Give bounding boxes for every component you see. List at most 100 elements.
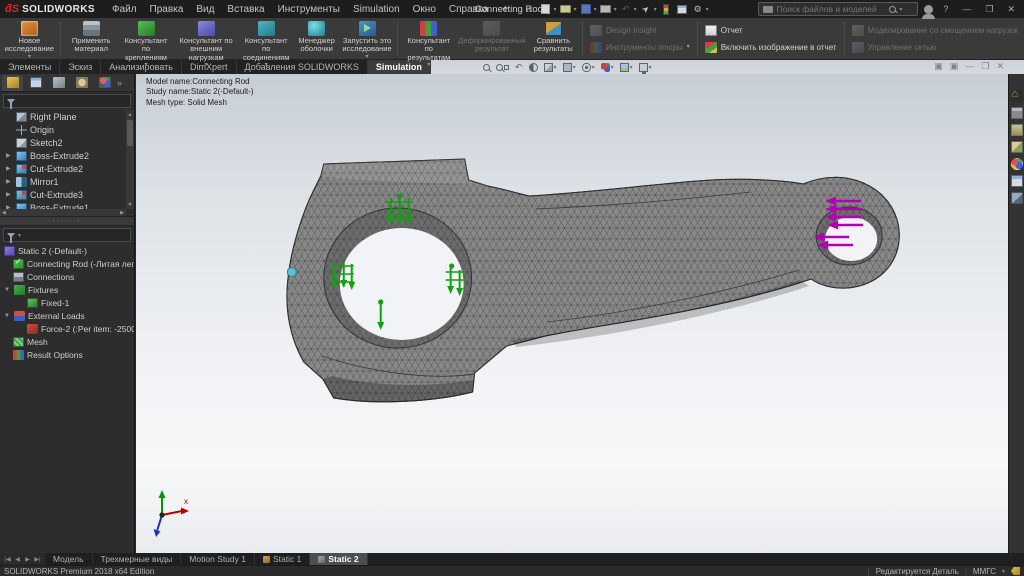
tab-evaluate[interactable]: Анализировать bbox=[101, 60, 182, 74]
design-insight-button[interactable]: Design Insight bbox=[590, 23, 690, 38]
doc-restore-icon[interactable]: ❐ bbox=[981, 61, 989, 72]
solidworks-forum-icon[interactable] bbox=[1011, 192, 1023, 204]
scroll-up-icon[interactable]: ▲ bbox=[126, 110, 134, 119]
zoom-to-fit-icon[interactable] bbox=[483, 64, 490, 71]
tab-3d-views[interactable]: Трехмерные виды bbox=[93, 553, 182, 565]
new-document-button[interactable] bbox=[539, 3, 553, 16]
options-button[interactable]: ⚙ bbox=[691, 3, 705, 16]
expand-icon[interactable] bbox=[6, 191, 13, 198]
plot-tools-button[interactable]: Инструменты эпюры ▾ bbox=[590, 40, 690, 55]
tab-addins[interactable]: Добавления SOLIDWORKS bbox=[237, 60, 368, 74]
panel-splitter[interactable] bbox=[0, 216, 134, 226]
feature-manager-tab[interactable] bbox=[2, 75, 23, 91]
previous-view-icon[interactable]: ↶ bbox=[515, 63, 523, 72]
search-input[interactable] bbox=[776, 4, 886, 14]
menu-tools[interactable]: Инструменты bbox=[272, 2, 346, 17]
expand-icon[interactable] bbox=[6, 178, 13, 185]
study-item-fixed1[interactable]: Fixed-1 bbox=[0, 296, 134, 309]
close-button[interactable]: ✕ bbox=[1003, 4, 1019, 15]
study-item-force2[interactable]: Force-2 (:Per item: -2500 N:) bbox=[0, 322, 134, 335]
file-properties-button[interactable] bbox=[675, 3, 689, 16]
graphics-area[interactable]: Model name:Connecting Rod Study name:Sta… bbox=[136, 74, 1008, 553]
tree-item-origin[interactable]: Origin bbox=[0, 123, 134, 136]
section-view-icon[interactable] bbox=[529, 63, 538, 72]
tab-model[interactable]: Модель bbox=[45, 553, 93, 565]
view-settings-icon[interactable]: ▾ bbox=[639, 63, 652, 72]
offloaded-simulation-button[interactable]: Моделирование со смещением нагрузок bbox=[852, 23, 1018, 38]
include-image-in-report-button[interactable]: Включить изображение в отчет bbox=[705, 40, 837, 55]
panel-tabs-overflow-icon[interactable]: » bbox=[117, 78, 122, 88]
menu-window[interactable]: Окно bbox=[407, 2, 442, 17]
tab-motion-study-1[interactable]: Motion Study 1 bbox=[181, 553, 255, 565]
design-library-icon[interactable] bbox=[1011, 107, 1023, 119]
menu-help[interactable]: Справка bbox=[443, 2, 494, 17]
study-item-mesh[interactable]: Mesh bbox=[0, 335, 134, 348]
tree-item-boss-extrude2[interactable]: Boss-Extrude2 bbox=[0, 149, 134, 162]
first-tab-icon[interactable]: |◀ bbox=[3, 556, 12, 563]
search-icon[interactable] bbox=[889, 6, 896, 13]
study-item-result-options[interactable]: Result Options bbox=[0, 348, 134, 361]
hide-show-items-icon[interactable]: ▾ bbox=[582, 63, 595, 72]
study-item-connections[interactable]: Connections bbox=[0, 270, 134, 283]
feature-tree-filter[interactable] bbox=[3, 94, 131, 108]
apply-scene-icon[interactable]: ▾ bbox=[620, 63, 633, 72]
scroll-thumb[interactable] bbox=[127, 120, 133, 146]
custom-properties-icon[interactable] bbox=[1011, 175, 1023, 187]
pane-left-icon[interactable]: ▣ bbox=[934, 61, 943, 72]
tab-sketch[interactable]: Эскиз bbox=[60, 60, 101, 74]
save-button[interactable] bbox=[579, 3, 593, 16]
scroll-down-icon[interactable]: ▼ bbox=[126, 200, 134, 209]
tab-features[interactable]: Элементы bbox=[0, 60, 60, 74]
study-root[interactable]: Static 2 (-Default-) bbox=[0, 244, 134, 257]
compare-results-button[interactable]: Сравнить результаты bbox=[528, 19, 579, 58]
doc-minimize-icon[interactable]: — bbox=[965, 61, 974, 72]
new-study-button[interactable]: Новое исследование ▾ bbox=[2, 19, 57, 58]
configuration-manager-tab[interactable] bbox=[48, 75, 69, 91]
doc-close-icon[interactable]: ✕ bbox=[996, 61, 1004, 72]
study-tree-filter[interactable]: ▾ bbox=[3, 228, 131, 242]
view-palette-icon[interactable] bbox=[1011, 141, 1023, 153]
fixtures-advisor-button[interactable]: Консультант по креплениям ▾ bbox=[119, 19, 174, 58]
run-study-button[interactable]: Запустить это исследование ▾ bbox=[340, 19, 395, 58]
tree-item-right-plane[interactable]: Right Plane bbox=[0, 110, 134, 123]
tab-static-1[interactable]: Static 1 bbox=[255, 553, 310, 565]
external-loads-advisor-button[interactable]: Консультант по внешним нагрузкам ▾ bbox=[173, 19, 238, 58]
property-manager-tab[interactable] bbox=[25, 75, 46, 91]
connections-advisor-button[interactable]: Консультант по соединениям ▾ bbox=[239, 19, 294, 58]
appearances-scenes-icon[interactable] bbox=[1011, 158, 1023, 170]
units-selector[interactable]: ММГС bbox=[973, 567, 996, 576]
shell-manager-button[interactable]: Менеджер оболочки bbox=[294, 19, 340, 58]
select-button[interactable]: ➤ bbox=[636, 0, 655, 18]
apply-material-button[interactable]: Применить материал bbox=[64, 19, 119, 58]
undo-button[interactable]: ↶ bbox=[619, 3, 633, 16]
last-tab-icon[interactable]: ▶| bbox=[33, 556, 42, 563]
zoom-to-area-icon[interactable] bbox=[496, 64, 509, 71]
tree-item-cut-extrude2[interactable]: Cut-Extrude2 bbox=[0, 162, 134, 175]
results-advisor-button[interactable]: Консультант по результатам ▾ bbox=[401, 19, 456, 58]
tab-dimxpert[interactable]: DimXpert bbox=[182, 60, 237, 74]
pin-menu-icon[interactable]: ✦ bbox=[501, 4, 509, 15]
tab-simulation[interactable]: Simulation bbox=[368, 60, 431, 74]
feature-tree-hscrollbar[interactable]: ◀▶ bbox=[0, 209, 126, 216]
dimxpert-manager-tab[interactable] bbox=[71, 75, 92, 91]
expand-icon[interactable] bbox=[6, 165, 13, 172]
study-item-external-loads[interactable]: External Loads bbox=[0, 309, 134, 322]
user-account-icon[interactable] bbox=[924, 5, 933, 14]
display-manager-tab[interactable] bbox=[94, 75, 115, 91]
manage-network-button[interactable]: Управление сетью bbox=[852, 40, 1018, 55]
menu-edit[interactable]: Правка bbox=[144, 2, 190, 17]
next-tab-icon[interactable]: ▶ bbox=[23, 556, 32, 563]
pane-right-icon[interactable]: ▣ bbox=[950, 61, 959, 72]
collapse-icon[interactable] bbox=[4, 287, 11, 293]
file-explorer-icon[interactable] bbox=[1011, 124, 1023, 136]
help-button[interactable]: ? bbox=[939, 4, 952, 14]
tree-item-mirror1[interactable]: Mirror1 bbox=[0, 175, 134, 188]
restore-button[interactable]: ❐ bbox=[981, 4, 997, 15]
prev-tab-icon[interactable]: ◀ bbox=[13, 556, 22, 563]
tags-icon[interactable] bbox=[1011, 567, 1020, 575]
rebuild-button[interactable] bbox=[659, 3, 673, 16]
view-orientation-icon[interactable]: ▾ bbox=[544, 63, 557, 72]
connecting-rod-mesh-model[interactable] bbox=[136, 74, 1008, 553]
scroll-right-icon[interactable]: ▶ bbox=[120, 210, 124, 216]
menu-file[interactable]: Файл bbox=[106, 2, 143, 17]
